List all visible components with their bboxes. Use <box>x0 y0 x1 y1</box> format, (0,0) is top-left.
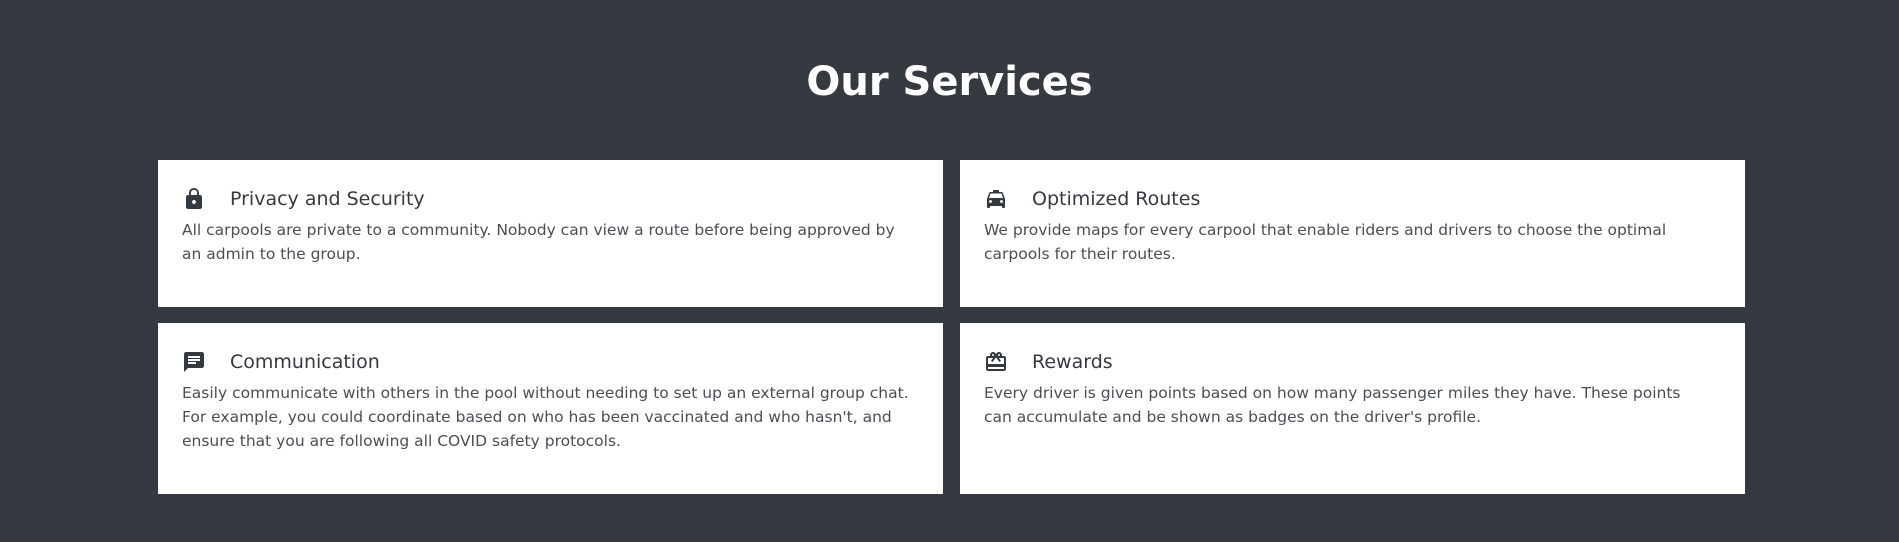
card-title: Communication <box>230 351 380 373</box>
card-description: All carpools are private to a community.… <box>182 221 895 263</box>
card-title: Rewards <box>1032 351 1113 373</box>
lock-icon <box>182 187 206 211</box>
chat-icon <box>182 350 206 374</box>
redeem-icon <box>984 350 1008 374</box>
taxi-icon <box>984 187 1008 211</box>
service-card-rewards: Rewards Every driver is given points bas… <box>960 323 1745 494</box>
service-card-privacy: Privacy and Security All carpools are pr… <box>158 160 943 307</box>
section-title: Our Services <box>806 59 1093 105</box>
card-header: Optimized Routes <box>984 184 1721 214</box>
service-card-communication: Communication Easily communicate with ot… <box>158 323 943 494</box>
service-card-routes: Optimized Routes We provide maps for eve… <box>960 160 1745 307</box>
card-description: Every driver is given points based on ho… <box>984 384 1681 426</box>
card-description: We provide maps for every carpool that e… <box>984 221 1667 263</box>
card-description: Easily communicate with others in the po… <box>182 384 909 450</box>
card-header: Rewards <box>984 347 1721 377</box>
card-header: Communication <box>182 347 919 377</box>
card-title: Optimized Routes <box>1032 188 1201 210</box>
services-section: Our Services Privacy and Security All ca… <box>0 0 1899 542</box>
card-title: Privacy and Security <box>230 188 425 210</box>
card-header: Privacy and Security <box>182 184 919 214</box>
